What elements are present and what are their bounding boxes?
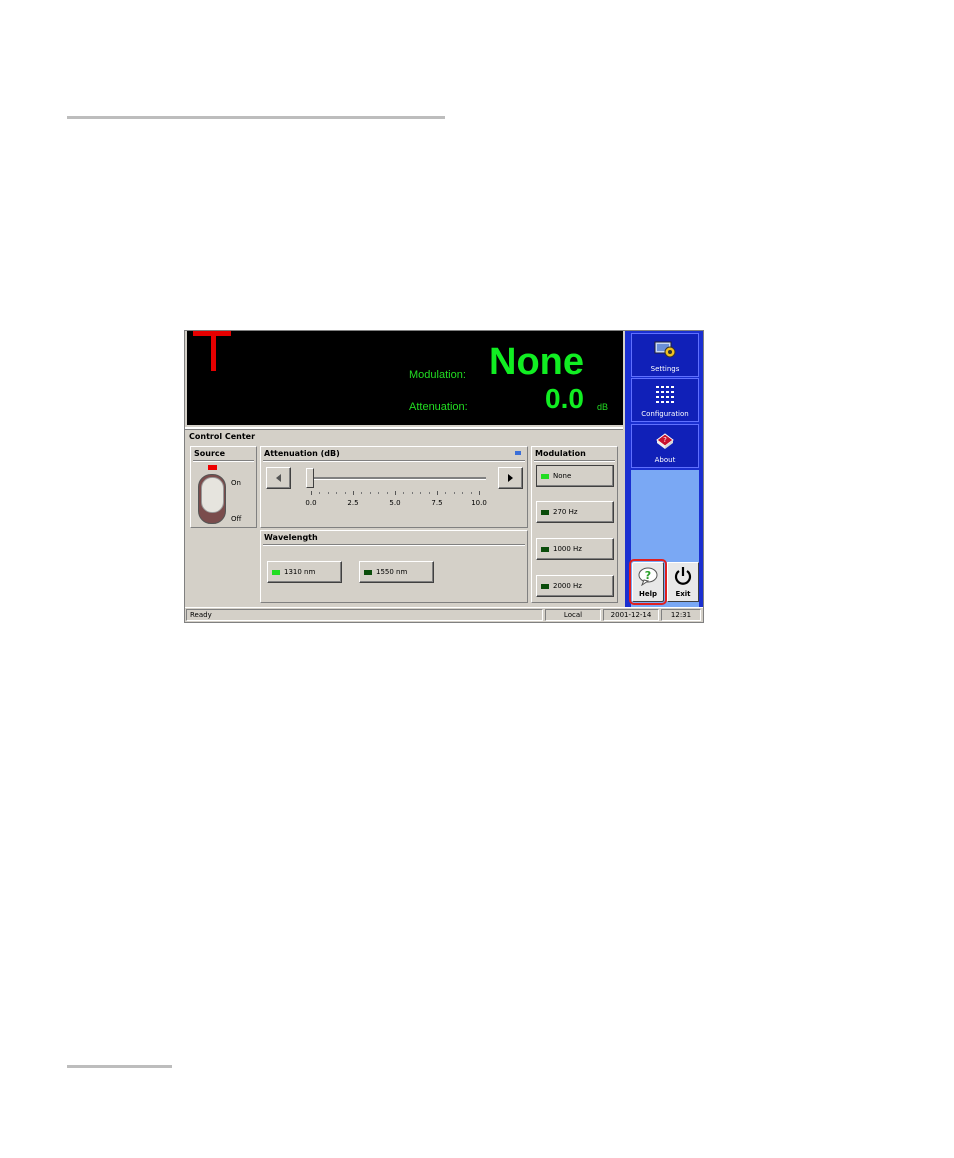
top-rule (67, 116, 445, 119)
modulation-label: Modulation: (409, 369, 466, 381)
modulation-270hz-label: 270 Hz (553, 508, 578, 516)
application-window: Modulation: None Attenuation: 0.0 dB Con… (184, 330, 704, 623)
modulation-2000hz-label: 2000 Hz (553, 582, 582, 590)
modulation-1000hz-label: 1000 Hz (553, 545, 582, 553)
power-icon (674, 567, 692, 585)
exit-label: Exit (675, 590, 691, 598)
modulation-2000hz-led (541, 583, 549, 589)
svg-text:?: ? (663, 436, 667, 444)
wavelength-title: Wavelength (264, 533, 318, 542)
svg-text:?: ? (645, 569, 651, 582)
readout-display: Modulation: None Attenuation: 0.0 dB (187, 331, 623, 425)
status-mode: Local (545, 609, 601, 621)
source-title: Source (194, 449, 226, 458)
modulation-none-led (541, 473, 549, 479)
modulation-270hz-led (541, 509, 549, 515)
scale-label: 2.5 (347, 499, 359, 507)
modulation-1000hz-led (541, 546, 549, 552)
modulation-2000hz-button[interactable]: 2000 Hz (536, 575, 614, 597)
about-book-icon: ? (656, 433, 674, 449)
wavelength-1310-led (272, 569, 280, 575)
wavelength-1550-led (364, 569, 372, 575)
modulation-1000hz-button[interactable]: 1000 Hz (536, 538, 614, 560)
source-off-label: Off (231, 515, 242, 523)
status-time: 12:31 (661, 609, 701, 621)
sidebar: Settings Configuration ? About ? Help Ex… (625, 331, 703, 622)
configuration-button[interactable]: Configuration (631, 378, 699, 422)
display-separator (185, 427, 623, 430)
wavelength-1310-button[interactable]: 1310 nm (267, 561, 342, 583)
attenuation-title: Attenuation (dB) (264, 449, 340, 458)
help-label: Help (638, 590, 658, 598)
wavelength-1550-button[interactable]: 1550 nm (359, 561, 434, 583)
source-on-label: On (231, 479, 241, 487)
sidebar-lower-panel: ? Help Exit (629, 470, 699, 620)
help-button[interactable]: ? Help (629, 559, 667, 605)
about-button[interactable]: ? About (631, 424, 699, 468)
settings-button[interactable]: Settings (631, 333, 699, 377)
configuration-label: Configuration (641, 410, 689, 418)
slider-track (306, 477, 486, 480)
configuration-icon (656, 386, 674, 403)
wavelength-panel: Wavelength 1310 nm 1550 nm (260, 530, 528, 603)
attenuation-unit: dB (597, 402, 609, 412)
wavelength-1550-label: 1550 nm (376, 568, 408, 576)
help-icon: ? (638, 567, 658, 586)
settings-label: Settings (650, 365, 680, 373)
about-label: About (654, 456, 676, 464)
bottom-rule (67, 1065, 172, 1068)
status-bar: Ready Local 2001-12-14 12:31 (185, 607, 703, 622)
scale-label: 5.0 (389, 499, 401, 507)
attenuation-label: Attenuation: (409, 401, 468, 413)
arrow-left-icon (276, 474, 281, 482)
attenuation-increase-button[interactable] (498, 467, 523, 489)
attenuation-value: 0.0 (545, 383, 584, 414)
modulation-270hz-button[interactable]: 270 Hz (536, 501, 614, 523)
status-date: 2001-12-14 (603, 609, 659, 621)
toggle-knob (201, 477, 224, 513)
source-panel: Source On Off (190, 446, 257, 528)
attenuation-scale: 0.0 2.5 5.0 7.5 10.0 (305, 491, 487, 511)
control-center-title: Control Center (189, 432, 256, 441)
source-indicator-led (208, 465, 217, 470)
attenuation-slider[interactable] (306, 468, 486, 488)
modulation-none-button[interactable]: None (536, 465, 614, 487)
modulation-title: Modulation (535, 449, 586, 458)
marker-stem-icon (211, 331, 216, 371)
modulation-panel: Modulation None 270 Hz 1000 Hz 2000 Hz (531, 446, 618, 603)
arrow-right-icon (508, 474, 513, 482)
status-text: Ready (186, 609, 543, 621)
scale-label: 0.0 (305, 499, 317, 507)
scale-label: 7.5 (431, 499, 443, 507)
wavelength-1310-label: 1310 nm (284, 568, 316, 576)
slider-thumb[interactable] (306, 468, 314, 488)
source-toggle-switch[interactable] (198, 474, 226, 524)
exit-button[interactable]: Exit (667, 562, 699, 602)
modulation-none-label: None (553, 472, 572, 480)
modulation-value: None (489, 341, 584, 383)
attenuation-mode-icon (515, 451, 521, 455)
attenuation-decrease-button[interactable] (266, 467, 291, 489)
attenuation-panel: Attenuation (dB) 0.0 2.5 5.0 7.5 10.0 (260, 446, 528, 528)
scale-label: 10.0 (471, 499, 487, 507)
settings-icon (654, 341, 676, 358)
